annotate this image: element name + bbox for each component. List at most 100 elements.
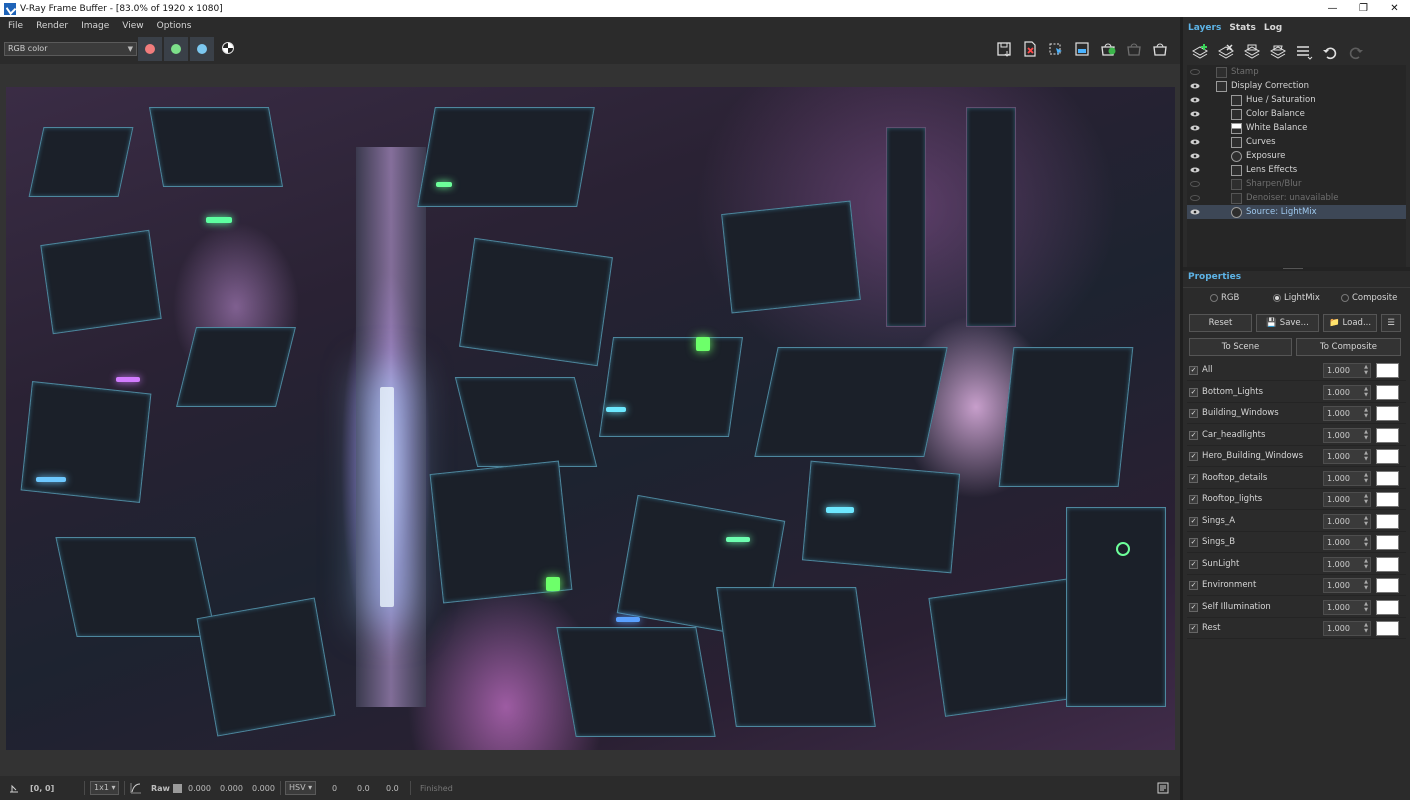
eye-icon[interactable] [1190,123,1200,133]
panel-resize-handle[interactable] [1183,267,1410,271]
checkbox[interactable]: ✓ [1189,387,1198,397]
radio-button[interactable] [1273,294,1281,302]
checkbox[interactable]: ✓ [1189,516,1198,526]
red-channel-button[interactable] [138,37,162,61]
render-interactive-icon[interactable] [1124,39,1144,59]
spinner-icon[interactable]: ▲ ▼ [1364,364,1368,376]
lightmix-menu-button[interactable]: ☰ [1381,314,1401,332]
menu-options[interactable]: Options [152,21,197,31]
checkbox[interactable]: ✓ [1189,430,1198,440]
color-swatch[interactable] [1376,406,1399,421]
eye-icon[interactable] [1190,137,1200,147]
log-panel-icon[interactable] [1157,776,1169,800]
color-swatch[interactable] [1376,513,1399,529]
radio-button[interactable] [1210,294,1218,302]
multiplier-input[interactable]: 1.000 ▲ ▼ [1323,363,1371,378]
multiplier-input[interactable]: 1.000 ▲ ▼ [1323,427,1371,443]
minimize-icon[interactable]: — [1317,0,1348,17]
eye-icon[interactable] [1190,95,1200,105]
eye-icon[interactable] [1190,207,1200,217]
checkbox[interactable]: ✓ [1189,452,1198,461]
layer-row-lens-effects[interactable]: Lens Effects [1187,163,1406,177]
to-composite-button[interactable]: To Composite [1296,338,1401,356]
multiplier-input[interactable]: 1.000 ▲ ▼ [1323,621,1371,636]
spinner-icon[interactable]: ▲ ▼ [1364,429,1368,441]
color-swatch[interactable] [1376,363,1399,378]
color-swatch[interactable] [1376,535,1399,550]
checkbox[interactable]: ✓ [1189,495,1198,504]
pixel-info-icon[interactable] [8,776,20,800]
remove-layer-icon[interactable] [1215,41,1237,63]
layer-row-denoiser[interactable]: Denoiser: unavailable [1187,191,1406,205]
load-layers-icon[interactable] [1267,41,1289,63]
reset-button[interactable]: Reset [1189,314,1252,332]
spinner-icon[interactable]: ▲ ▼ [1364,601,1368,613]
zoom-select[interactable]: 1x1 ▾ [90,781,120,795]
multiplier-input[interactable]: 1.000 ▲ ▼ [1323,556,1371,572]
rendered-image[interactable] [6,87,1175,750]
checkbox[interactable]: ✓ [1189,559,1198,569]
close-icon[interactable]: ✕ [1379,0,1410,17]
to-scene-button[interactable]: To Scene [1189,338,1292,356]
color-swatch[interactable] [1376,470,1399,486]
channel-select[interactable]: RGB color ▼ [4,42,137,56]
color-swatch[interactable] [1376,492,1399,507]
radio-composite[interactable]: Composite [1341,293,1397,303]
color-swatch[interactable] [1376,384,1399,400]
layer-row-stamp[interactable]: Stamp [1187,65,1406,79]
blue-channel-button[interactable] [190,37,214,61]
save-layers-icon[interactable] [1241,41,1263,63]
color-swatch[interactable] [1376,427,1399,443]
menu-file[interactable]: File [3,21,28,31]
color-swatch[interactable] [1376,599,1399,615]
eye-icon[interactable] [1190,81,1200,91]
multiplier-input[interactable]: 1.000 ▲ ▼ [1323,470,1371,486]
checkbox[interactable]: ✓ [1189,409,1198,418]
radio-rgb[interactable]: RGB [1210,293,1239,303]
tab-log[interactable]: Log [1261,17,1285,37]
eye-icon[interactable] [1190,109,1200,119]
color-swatch[interactable] [1376,578,1399,593]
spinner-icon[interactable]: ▲ ▼ [1364,386,1368,398]
checkbox[interactable]: ✓ [1189,624,1198,633]
multiplier-input[interactable]: 1.000 ▲ ▼ [1323,599,1371,615]
spinner-icon[interactable]: ▲ ▼ [1364,558,1368,570]
layer-row-display-correction[interactable]: Display Correction [1187,79,1406,93]
spinner-icon[interactable]: ▲ ▼ [1364,450,1368,462]
layer-row-white-balance[interactable]: White Balance [1187,121,1406,135]
menu-view[interactable]: View [117,21,148,31]
checkbox[interactable]: ✓ [1189,473,1198,483]
tab-stats[interactable]: Stats [1226,17,1259,37]
eye-off-icon[interactable] [1190,179,1200,189]
checkbox[interactable]: ✓ [1189,538,1198,547]
spinner-icon[interactable]: ▲ ▼ [1364,407,1368,419]
eye-icon[interactable] [1190,151,1200,161]
layer-row-source-lightmix[interactable]: Source: LightMix [1187,205,1406,219]
layer-row-color-balance[interactable]: Color Balance [1187,107,1406,121]
clear-image-icon[interactable] [1020,39,1040,59]
region-render-icon[interactable] [1046,39,1066,59]
layers-menu-icon[interactable] [1293,41,1315,63]
save-button[interactable]: 💾 Save... [1256,314,1319,332]
save-image-icon[interactable] [994,39,1014,59]
eye-off-icon[interactable] [1190,67,1200,77]
multiplier-input[interactable]: 1.000 ▲ ▼ [1323,535,1371,550]
spinner-icon[interactable]: ▲ ▼ [1364,515,1368,527]
maximize-icon[interactable]: ❐ [1348,0,1379,17]
redo-icon[interactable] [1345,41,1367,63]
render-elements-icon[interactable] [1072,39,1092,59]
layer-row-hue-saturation[interactable]: Hue / Saturation [1187,93,1406,107]
menu-render[interactable]: Render [31,21,73,31]
layer-row-curves[interactable]: Curves [1187,135,1406,149]
multiplier-input[interactable]: 1.000 ▲ ▼ [1323,492,1371,507]
render-viewport[interactable] [0,64,1180,776]
multiplier-input[interactable]: 1.000 ▲ ▼ [1323,513,1371,529]
radio-button[interactable] [1341,294,1349,302]
tab-layers[interactable]: Layers [1185,17,1224,37]
spinner-icon[interactable]: ▲ ▼ [1364,493,1368,505]
layer-row-exposure[interactable]: Exposure [1187,149,1406,163]
multiplier-input[interactable]: 1.000 ▲ ▼ [1323,578,1371,593]
multiplier-input[interactable]: 1.000 ▲ ▼ [1323,449,1371,464]
checkbox[interactable]: ✓ [1189,581,1198,590]
multiplier-input[interactable]: 1.000 ▲ ▼ [1323,384,1371,400]
